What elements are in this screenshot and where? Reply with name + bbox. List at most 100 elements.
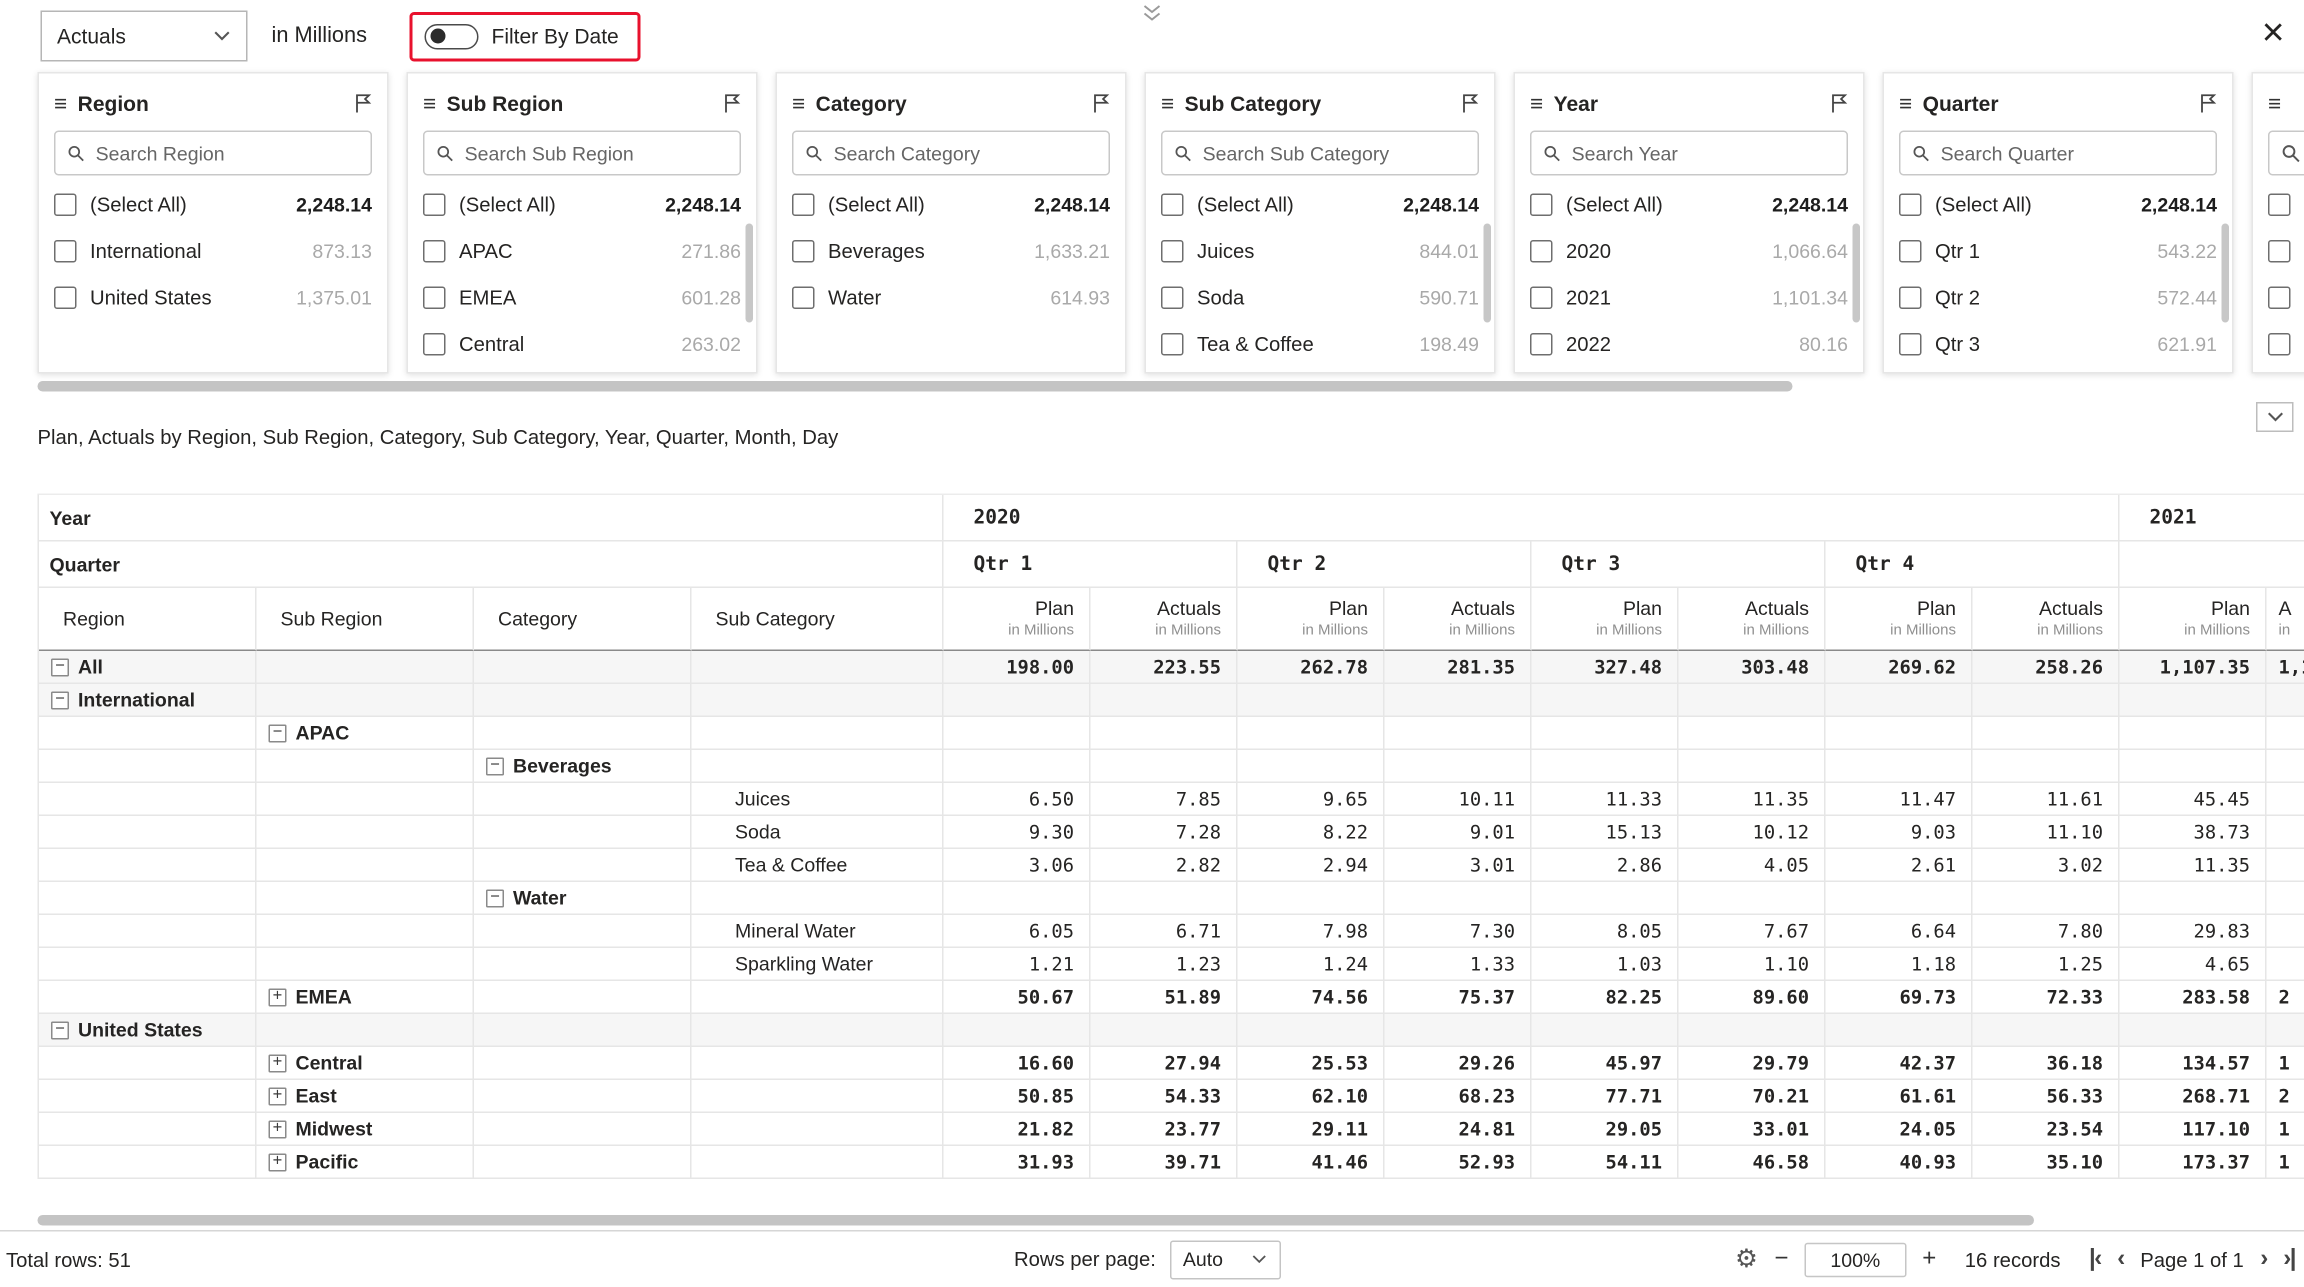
- expand-icon[interactable]: +: [269, 988, 287, 1006]
- slicer-item[interactable]: [2268, 182, 2304, 229]
- slicer-search-box[interactable]: [423, 131, 741, 176]
- slicer-item[interactable]: EMEA601.28: [423, 275, 741, 322]
- row-label-cell[interactable]: +EMEA: [257, 981, 475, 1014]
- checkbox[interactable]: [2268, 287, 2291, 310]
- quarter-header-qtr-2[interactable]: Qtr 2: [1238, 542, 1532, 589]
- menu-icon[interactable]: ≡: [1530, 91, 1543, 117]
- slicer-item[interactable]: Central263.02: [423, 321, 741, 368]
- menu-icon[interactable]: ≡: [1899, 91, 1912, 117]
- page-next-icon[interactable]: ›: [2260, 1246, 2266, 1273]
- measure-header-plan[interactable]: Planin Millions: [2120, 588, 2267, 651]
- checkbox[interactable]: [54, 240, 77, 263]
- measure-header-actuals[interactable]: Actualsin Millions: [1973, 588, 2120, 651]
- slicer-item[interactable]: (Select All)2,248.14: [1899, 182, 2217, 229]
- measure-header-plan[interactable]: Planin Millions: [1826, 588, 1973, 651]
- slicer-search-box[interactable]: [1899, 131, 2217, 176]
- measure-header-plan[interactable]: Planin Millions: [1238, 588, 1385, 651]
- slicer-search-box[interactable]: [792, 131, 1110, 176]
- checkbox[interactable]: [423, 240, 446, 263]
- checkbox[interactable]: [792, 240, 815, 263]
- year-header-2021[interactable]: 2021: [2120, 495, 2304, 542]
- collapse-icon[interactable]: −: [486, 757, 504, 775]
- slicer-item[interactable]: Soda590.71: [1161, 275, 1479, 322]
- rows-per-page-dropdown[interactable]: Auto: [1169, 1240, 1280, 1279]
- row-label-cell[interactable]: +Midwest: [257, 1113, 475, 1146]
- slicer-item[interactable]: APAC271.86: [423, 228, 741, 275]
- expand-icon[interactable]: +: [269, 1120, 287, 1138]
- slicer-item[interactable]: 202280.16: [1530, 321, 1848, 368]
- slicer-vertical-scrollbar[interactable]: [1853, 224, 1861, 323]
- checkbox[interactable]: [1530, 240, 1553, 263]
- slicer-search-input[interactable]: [1941, 142, 2204, 165]
- row-label-cell[interactable]: +Pacific: [257, 1146, 475, 1179]
- checkbox[interactable]: [1161, 194, 1184, 217]
- zoom-out-button[interactable]: −: [1774, 1246, 1788, 1273]
- column-header-category[interactable]: Category: [474, 588, 692, 651]
- slicer-item[interactable]: International873.13: [54, 228, 372, 275]
- slicer-horizontal-scrollbar[interactable]: [38, 381, 1793, 392]
- checkbox[interactable]: [1530, 287, 1553, 310]
- measure-header-plan[interactable]: Planin Millions: [944, 588, 1091, 651]
- settings-gear-icon[interactable]: ⚙: [1735, 1244, 1758, 1274]
- checkbox[interactable]: [1899, 333, 1922, 356]
- slicer-search-input[interactable]: [834, 142, 1097, 165]
- checkbox[interactable]: [1161, 287, 1184, 310]
- slicer-item[interactable]: (Select All)2,248.14: [1530, 182, 1848, 229]
- slicer-search-input[interactable]: [1572, 142, 1835, 165]
- slicer-item[interactable]: (Select All)2,248.14: [423, 182, 741, 229]
- checkbox[interactable]: [54, 287, 77, 310]
- quarter-header-qtr-4[interactable]: Qtr 4: [1826, 542, 2120, 589]
- checkbox[interactable]: [423, 194, 446, 217]
- collapse-icon[interactable]: −: [269, 724, 287, 742]
- checkbox[interactable]: [423, 287, 446, 310]
- checkbox[interactable]: [792, 287, 815, 310]
- checkbox[interactable]: [1899, 287, 1922, 310]
- filter-by-date-toggle[interactable]: [424, 23, 478, 49]
- slicer-item[interactable]: Water614.93: [792, 275, 1110, 322]
- slicer-search-input[interactable]: [96, 142, 359, 165]
- quarter-header-qtr-3[interactable]: Qtr 3: [1532, 542, 1826, 589]
- measure-header-plan[interactable]: Planin Millions: [1532, 588, 1679, 651]
- checkbox[interactable]: [54, 194, 77, 217]
- checkbox[interactable]: [1530, 333, 1553, 356]
- checkbox[interactable]: [1899, 194, 1922, 217]
- page-last-icon[interactable]: ›|: [2283, 1246, 2295, 1273]
- expand-table-button[interactable]: [2256, 402, 2294, 432]
- slicer-item[interactable]: Beverages1,633.21: [792, 228, 1110, 275]
- collapse-icon[interactable]: −: [51, 658, 69, 676]
- slicer-search-box[interactable]: [1161, 131, 1479, 176]
- quarter-header-qtr-1[interactable]: Qtr 1: [944, 542, 1238, 589]
- checkbox[interactable]: [423, 333, 446, 356]
- column-header-region[interactable]: Region: [39, 588, 257, 651]
- row-label-cell[interactable]: −APAC: [257, 717, 475, 750]
- slicer-search-input[interactable]: [465, 142, 728, 165]
- row-label-cell[interactable]: +East: [257, 1080, 475, 1113]
- slicer-item[interactable]: United States1,375.01: [54, 275, 372, 322]
- row-label-cell[interactable]: −United States: [39, 1014, 257, 1047]
- slicer-item[interactable]: Qtr 1543.22: [1899, 228, 2217, 275]
- checkbox[interactable]: [1530, 194, 1553, 217]
- collapse-icon[interactable]: −: [51, 1021, 69, 1039]
- page-first-icon[interactable]: |‹: [2089, 1246, 2101, 1273]
- slicer-item[interactable]: [2268, 228, 2304, 275]
- menu-icon[interactable]: ≡: [1161, 91, 1174, 117]
- expand-icon[interactable]: +: [269, 1054, 287, 1072]
- slicer-item[interactable]: [2268, 321, 2304, 368]
- checkbox[interactable]: [2268, 194, 2291, 217]
- page-prev-icon[interactable]: ‹: [2117, 1246, 2123, 1273]
- checkbox[interactable]: [1161, 240, 1184, 263]
- checkbox[interactable]: [2268, 333, 2291, 356]
- collapse-icon[interactable]: −: [51, 691, 69, 709]
- checkbox[interactable]: [1161, 333, 1184, 356]
- menu-icon[interactable]: ≡: [54, 91, 67, 117]
- table-horizontal-scrollbar[interactable]: [38, 1215, 2035, 1226]
- slicer-item[interactable]: Qtr 2572.44: [1899, 275, 2217, 322]
- checkbox[interactable]: [1899, 240, 1922, 263]
- row-label-cell[interactable]: +Central: [257, 1047, 475, 1080]
- collapse-icon[interactable]: −: [486, 889, 504, 907]
- measure-header-actuals[interactable]: Actualsin Millions: [1679, 588, 1826, 651]
- slicer-vertical-scrollbar[interactable]: [2222, 224, 2230, 323]
- menu-icon[interactable]: ≡: [792, 91, 805, 117]
- slicer-item[interactable]: 20201,066.64: [1530, 228, 1848, 275]
- measure-dropdown[interactable]: Actuals: [41, 11, 248, 62]
